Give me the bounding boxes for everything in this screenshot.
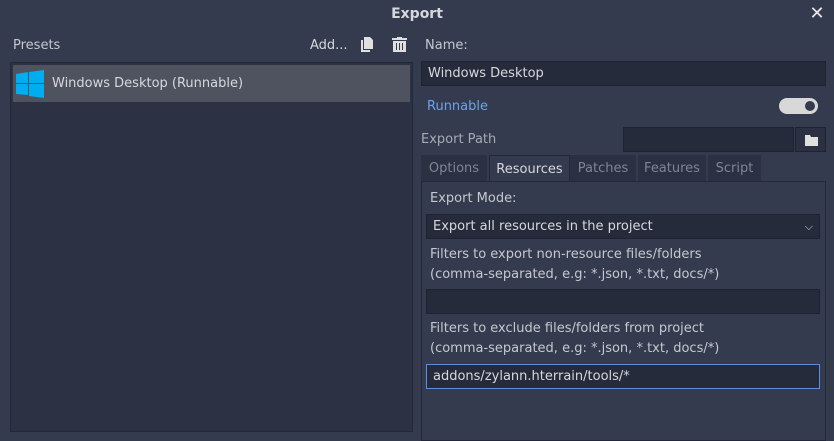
tab-patches[interactable]: Patches — [570, 155, 638, 182]
duplicate-icon[interactable] — [361, 37, 373, 52]
preset-item[interactable]: Windows Desktop (Runnable) — [13, 65, 410, 102]
include-filter-hint: (comma-separated, e.g: *.json, *.txt, do… — [430, 267, 720, 282]
presets-label: Presets — [13, 38, 61, 53]
presets-list[interactable]: Windows Desktop (Runnable) — [10, 62, 413, 432]
preset-label: Windows Desktop (Runnable) — [52, 76, 244, 91]
runnable-label: Runnable — [427, 99, 488, 114]
tab-resources[interactable]: Resources — [489, 155, 570, 182]
runnable-toggle[interactable] — [779, 98, 818, 114]
include-filter-input[interactable] — [426, 289, 820, 314]
add-preset-button[interactable]: Add... — [310, 38, 348, 53]
folder-icon — [805, 135, 818, 146]
export-path-label: Export Path — [421, 132, 497, 147]
name-input[interactable]: Windows Desktop — [421, 61, 826, 86]
include-filter-label: Filters to export non-resource files/fol… — [430, 247, 702, 262]
windows-logo-icon — [16, 69, 44, 98]
close-icon[interactable]: ✕ — [806, 3, 828, 25]
name-label: Name: — [425, 38, 468, 53]
exclude-filter-label: Filters to exclude files/folders from pr… — [430, 321, 704, 336]
exclude-filter-input[interactable]: addons/zylann.hterrain/tools/* — [426, 364, 820, 389]
tab-features[interactable]: Features — [638, 155, 708, 182]
dialog-title: Export — [391, 6, 443, 22]
export-path-input[interactable] — [623, 127, 794, 152]
browse-button[interactable] — [795, 127, 826, 152]
tab-options[interactable]: Options — [421, 155, 489, 182]
exclude-filter-hint: (comma-separated, e.g: *.json, *.txt, do… — [430, 341, 720, 356]
export-mode-value: Export all resources in the project — [433, 219, 653, 234]
export-mode-select[interactable]: Export all resources in the project ⌵ — [426, 214, 820, 239]
chevron-down-icon: ⌵ — [804, 220, 813, 233]
tab-script[interactable]: Script — [708, 155, 763, 182]
export-mode-label: Export Mode: — [430, 191, 517, 206]
trash-icon[interactable] — [392, 37, 407, 52]
